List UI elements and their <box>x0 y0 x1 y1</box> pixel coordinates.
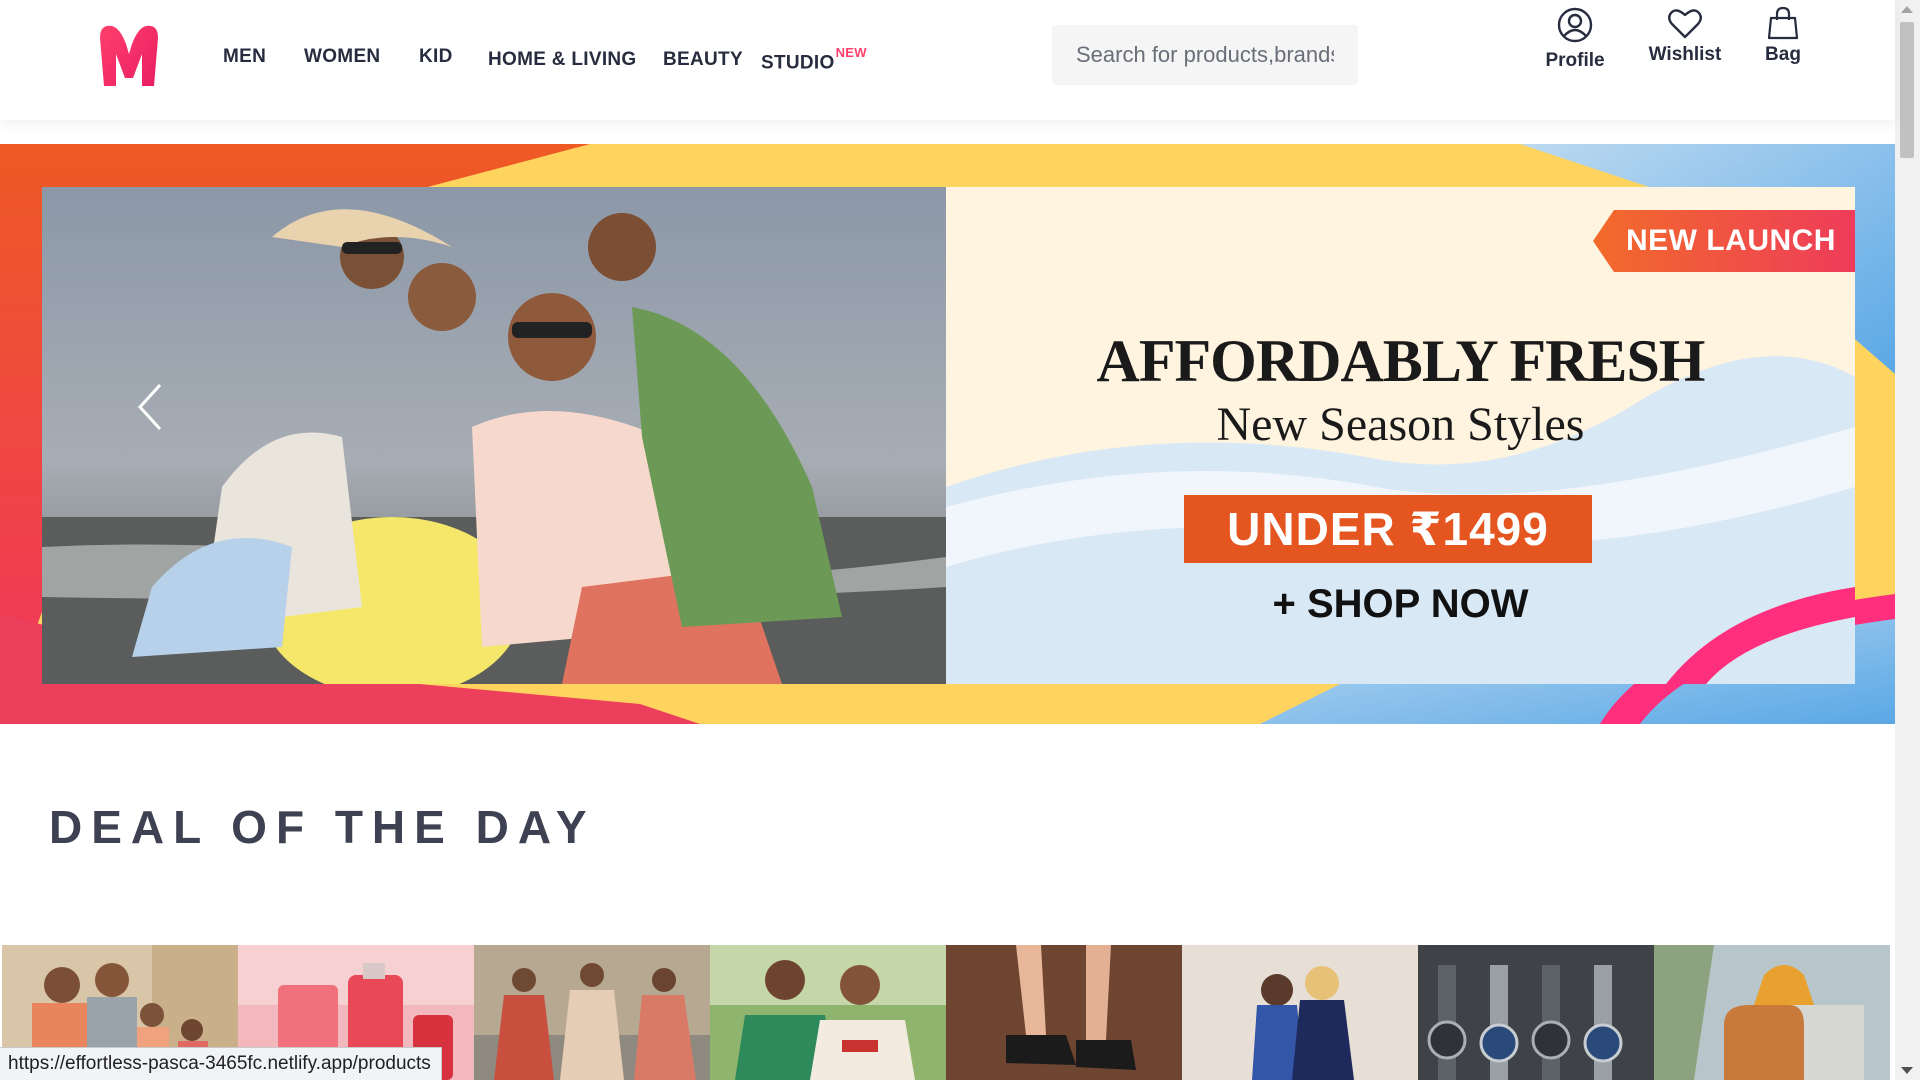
chevron-left-icon <box>137 383 162 431</box>
banner-content: NEW LAUNCH AFFORDABLY FRESH New Season S… <box>42 187 1855 684</box>
site-header: MEN WOMEN KID HOME & LIVING BEAUTY STUDI… <box>0 0 1895 120</box>
new-launch-tag: NEW LAUNCH <box>1593 210 1855 272</box>
hero-banner[interactable]: NEW LAUNCH AFFORDABLY FRESH New Season S… <box>0 144 1895 724</box>
wishlist-label: Wishlist <box>1648 44 1722 65</box>
watches-photo-icon <box>1418 945 1654 1080</box>
ethnic-wear-photo-icon <box>474 945 710 1080</box>
myntra-logo[interactable] <box>96 20 162 92</box>
heels-photo-icon <box>946 945 1182 1080</box>
nav-beauty[interactable]: BEAUTY <box>663 49 743 71</box>
deal-tile[interactable] <box>710 945 946 1080</box>
deal-tile[interactable] <box>1418 945 1654 1080</box>
deal-tile[interactable] <box>474 945 710 1080</box>
deal-tile[interactable] <box>1654 945 1890 1080</box>
wishlist-button[interactable]: Wishlist <box>1643 6 1727 66</box>
heart-icon <box>1668 9 1702 39</box>
nav-studio[interactable]: STUDIONEW <box>761 45 867 74</box>
deal-tile[interactable] <box>1182 945 1418 1080</box>
deal-tile[interactable] <box>946 945 1182 1080</box>
price-badge: UNDER ₹1499 <box>1184 495 1592 563</box>
nav-men[interactable]: MEN <box>223 46 266 68</box>
link-preview-status: https://effortless-pasca-3465fc.netlify.… <box>0 1047 442 1080</box>
handbag-photo-icon <box>1654 945 1890 1080</box>
section-title-deal-of-the-day: DEAL OF THE DAY <box>49 801 596 853</box>
shop-now-link[interactable]: + SHOP NOW <box>946 582 1855 627</box>
banner-headline: AFFORDABLY FRESH <box>1096 328 1706 394</box>
new-badge: NEW <box>835 45 867 60</box>
banner-promo: NEW LAUNCH AFFORDABLY FRESH New Season S… <box>946 187 1855 684</box>
profile-button[interactable]: Profile <box>1539 6 1611 72</box>
page-scrollbar[interactable] <box>1895 0 1920 1080</box>
profile-icon <box>1557 7 1593 43</box>
bag-label: Bag <box>1765 44 1801 65</box>
search-input[interactable] <box>1052 25 1358 85</box>
bag-icon <box>1767 6 1799 40</box>
nav-studio-label: STUDIO <box>761 52 835 74</box>
banner-subheadline: New Season Styles <box>1216 398 1585 451</box>
scroll-up-arrow-icon[interactable] <box>1901 6 1913 13</box>
carousel-prev-button[interactable] <box>130 377 170 437</box>
casual-wear-photo-icon <box>710 945 946 1080</box>
profile-label: Profile <box>1545 50 1605 71</box>
banner-photo <box>42 187 946 684</box>
nav-kid[interactable]: KID <box>419 46 453 68</box>
nav-home-living[interactable]: HOME & LIVING <box>488 49 637 71</box>
kids-wear-photo-icon <box>1182 945 1418 1080</box>
scroll-down-arrow-icon[interactable] <box>1901 1067 1913 1074</box>
nav-women[interactable]: WOMEN <box>304 46 380 68</box>
bag-button[interactable]: Bag <box>1758 6 1808 66</box>
scroll-thumb[interactable] <box>1900 22 1914 158</box>
